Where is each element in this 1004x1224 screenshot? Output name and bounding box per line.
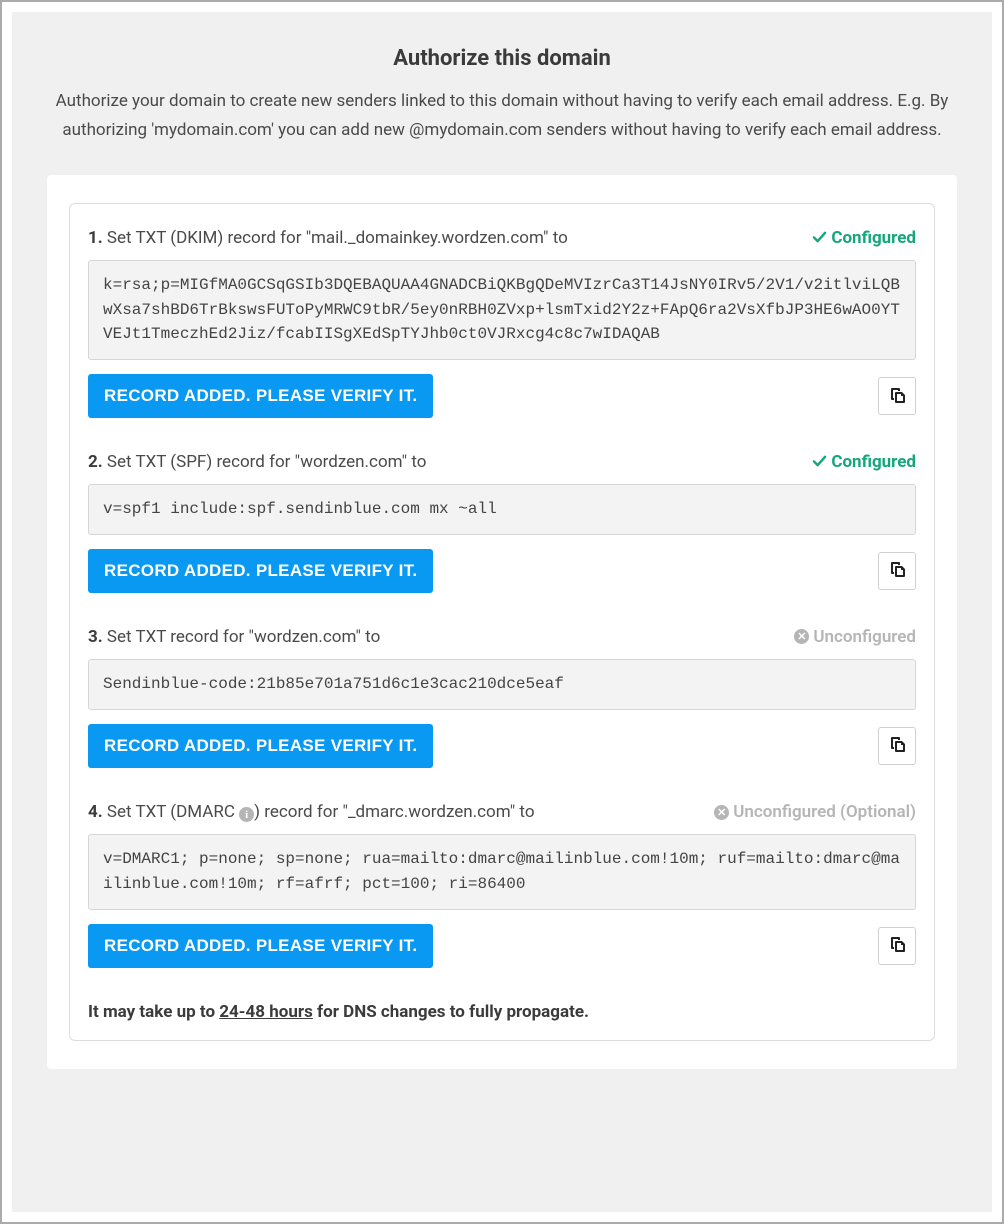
copy-icon: [888, 386, 906, 407]
copy-icon: [888, 560, 906, 581]
record-value-box[interactable]: Sendinblue-code:21b85e701a751d6c1e3cac21…: [88, 659, 916, 710]
record-text: Set TXT record for "wordzen.com" to: [103, 627, 381, 647]
copy-icon: [888, 935, 906, 956]
info-icon[interactable]: i: [239, 807, 254, 822]
note-hours: 24-48 hours: [219, 1002, 313, 1022]
status-badge-unconfigured: ✕ Unconfigured: [794, 627, 916, 647]
card: 1. Set TXT (DKIM) record for "mail._doma…: [47, 175, 957, 1069]
record-text: Set TXT (SPF) record for "wordzen.com" t…: [103, 452, 427, 472]
record-value-box[interactable]: k=rsa;p=MIGfMA0GCSqGSIb3DQEBAQUAA4GNADCB…: [88, 260, 916, 360]
action-row: RECORD ADDED. PLEASE VERIFY IT.: [88, 724, 916, 768]
record-number: 1.: [88, 228, 103, 248]
record-text-prefix: Set TXT (DMARC: [103, 802, 239, 822]
status-label: Configured: [831, 452, 916, 472]
record-value-box[interactable]: v=DMARC1; p=none; sp=none; rua=mailto:dm…: [88, 834, 916, 910]
copy-button[interactable]: [878, 552, 916, 590]
page-title: Authorize this domain: [47, 46, 957, 71]
record-block-spf: 2. Set TXT (SPF) record for "wordzen.com…: [88, 452, 916, 593]
status-badge-configured: Configured: [812, 228, 916, 248]
copy-button[interactable]: [878, 727, 916, 765]
status-label: Configured: [831, 228, 916, 248]
record-header: 2. Set TXT (SPF) record for "wordzen.com…: [88, 452, 916, 472]
outer-frame: Authorize this domain Authorize your dom…: [0, 0, 1004, 1224]
x-circle-icon: ✕: [714, 805, 729, 820]
record-text: Set TXT (DKIM) record for "mail._domaink…: [103, 228, 568, 248]
status-badge-unconfigured-optional: ✕ Unconfigured (Optional): [714, 802, 916, 822]
record-text-suffix: ) record for "_dmarc.wordzen.com" to: [254, 802, 534, 822]
record-instruction: 2. Set TXT (SPF) record for "wordzen.com…: [88, 452, 426, 472]
record-block-dkim: 1. Set TXT (DKIM) record for "mail._doma…: [88, 228, 916, 418]
status-label: Unconfigured (Optional): [733, 802, 916, 822]
propagation-note: It may take up to 24-48 hours for DNS ch…: [88, 1002, 916, 1022]
check-icon: [812, 228, 827, 248]
verify-button[interactable]: RECORD ADDED. PLEASE VERIFY IT.: [88, 924, 433, 968]
verify-button[interactable]: RECORD ADDED. PLEASE VERIFY IT.: [88, 374, 433, 418]
note-before: It may take up to: [88, 1002, 219, 1022]
record-block-dmarc: 4. Set TXT (DMARC i) record for "_dmarc.…: [88, 802, 916, 968]
record-header: 3. Set TXT record for "wordzen.com" to ✕…: [88, 627, 916, 647]
verify-button[interactable]: RECORD ADDED. PLEASE VERIFY IT.: [88, 724, 433, 768]
action-row: RECORD ADDED. PLEASE VERIFY IT.: [88, 374, 916, 418]
record-instruction: 3. Set TXT record for "wordzen.com" to: [88, 627, 380, 647]
status-badge-configured: Configured: [812, 452, 916, 472]
records-box: 1. Set TXT (DKIM) record for "mail._doma…: [69, 203, 935, 1041]
record-header: 1. Set TXT (DKIM) record for "mail._doma…: [88, 228, 916, 248]
record-header: 4. Set TXT (DMARC i) record for "_dmarc.…: [88, 802, 916, 823]
x-circle-icon: ✕: [794, 629, 809, 644]
page-subtitle: Authorize your domain to create new send…: [47, 87, 957, 145]
note-after: for DNS changes to fully propagate.: [313, 1002, 589, 1022]
page-container: Authorize this domain Authorize your dom…: [12, 12, 992, 1212]
verify-button[interactable]: RECORD ADDED. PLEASE VERIFY IT.: [88, 549, 433, 593]
record-number: 3.: [88, 627, 103, 647]
record-instruction: 1. Set TXT (DKIM) record for "mail._doma…: [88, 228, 568, 248]
record-instruction: 4. Set TXT (DMARC i) record for "_dmarc.…: [88, 802, 535, 823]
record-value-box[interactable]: v=spf1 include:spf.sendinblue.com mx ~al…: [88, 484, 916, 535]
action-row: RECORD ADDED. PLEASE VERIFY IT.: [88, 549, 916, 593]
copy-button[interactable]: [878, 377, 916, 415]
record-number: 2.: [88, 452, 103, 472]
status-label: Unconfigured: [813, 627, 916, 647]
action-row: RECORD ADDED. PLEASE VERIFY IT.: [88, 924, 916, 968]
copy-button[interactable]: [878, 927, 916, 965]
record-block-txt-code: 3. Set TXT record for "wordzen.com" to ✕…: [88, 627, 916, 768]
record-number: 4.: [88, 802, 103, 822]
check-icon: [812, 452, 827, 472]
copy-icon: [888, 735, 906, 756]
